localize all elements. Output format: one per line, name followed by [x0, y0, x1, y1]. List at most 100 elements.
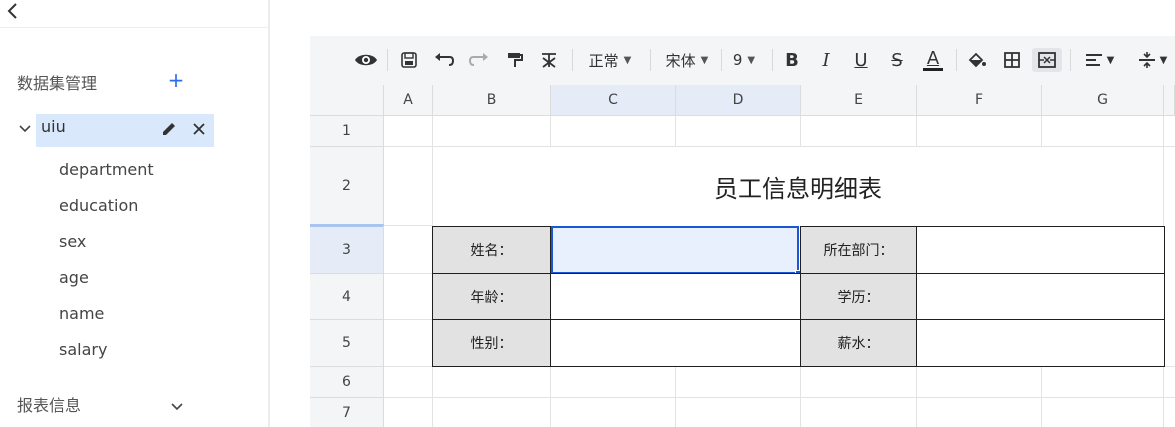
- gridline: [675, 116, 676, 147]
- salary-label-cell[interactable]: 薪水：: [800, 319, 917, 367]
- name-label-cell[interactable]: 姓名：: [432, 226, 551, 274]
- sidebar: 数据集管理 + uiu department education sex age…: [0, 0, 268, 427]
- bold-button[interactable]: B: [781, 48, 803, 72]
- chevron-left-icon: [7, 3, 17, 19]
- education-label-cell[interactable]: 学历：: [800, 273, 917, 320]
- font-size-select[interactable]: 9 ▼: [728, 48, 760, 72]
- field-item[interactable]: department: [59, 155, 154, 191]
- toolbar-separator: [956, 49, 957, 71]
- column-header[interactable]: B: [433, 85, 551, 116]
- vertical-align-button[interactable]: ▼: [1132, 48, 1172, 72]
- sex-label-cell[interactable]: 性别：: [432, 319, 551, 367]
- sex-value-cell[interactable]: [550, 319, 801, 367]
- font-size-value: 9: [732, 51, 743, 69]
- report-info-title[interactable]: 报表信息: [17, 392, 81, 416]
- toolbar-separator: [650, 49, 651, 71]
- align-left-icon: [1085, 54, 1102, 66]
- row-header[interactable]: 6: [310, 367, 384, 398]
- fill-color-button[interactable]: [965, 48, 989, 72]
- sidebar-divider: [268, 0, 270, 427]
- row-header[interactable]: 2: [310, 147, 384, 226]
- font-family-value: 宋体: [665, 51, 696, 70]
- row-header[interactable]: 4: [310, 274, 384, 320]
- department-label-cell[interactable]: 所在部门：: [800, 226, 917, 274]
- toolbar-separator: [572, 49, 573, 71]
- toolbar-separator: [721, 49, 722, 71]
- merge-cells-icon: [1038, 52, 1056, 68]
- caret-down-icon: ▼: [623, 54, 632, 66]
- close-icon: [193, 123, 205, 135]
- column-header[interactable]: E: [801, 85, 917, 116]
- toolbar: 正常 ▼ 宋体 ▼ 9 ▼ B I U S A ▼ ▼: [310, 36, 1175, 85]
- merge-cells-button[interactable]: [1032, 48, 1062, 72]
- toolbar-separator: [387, 49, 388, 71]
- undo-button[interactable]: [432, 48, 456, 72]
- field-item[interactable]: sex: [59, 227, 154, 263]
- horizontal-align-button[interactable]: ▼: [1079, 48, 1119, 72]
- gridline: [384, 319, 432, 320]
- select-all-corner[interactable]: [310, 85, 384, 116]
- pencil-icon: [163, 123, 175, 135]
- font-family-select[interactable]: 宋体 ▼: [659, 48, 715, 72]
- style-select[interactable]: 正常 ▼: [582, 48, 638, 72]
- report-title-cell[interactable]: 员工信息明细表: [433, 147, 1163, 225]
- preview-button[interactable]: [352, 48, 380, 72]
- caret-down-icon: ▼: [747, 54, 756, 66]
- vertical-align-icon: [1138, 52, 1155, 68]
- age-value-cell[interactable]: [550, 273, 801, 320]
- eye-icon: [355, 54, 377, 66]
- save-button[interactable]: [398, 48, 420, 72]
- add-dataset-button[interactable]: +: [166, 69, 186, 91]
- redo-icon: [468, 53, 488, 66]
- row-header[interactable]: 1: [310, 116, 384, 147]
- caret-down-icon: ▼: [700, 54, 709, 66]
- age-label-cell[interactable]: 年龄：: [432, 273, 551, 320]
- row-header[interactable]: 5: [310, 320, 384, 367]
- column-header[interactable]: F: [917, 85, 1042, 116]
- undo-icon: [435, 53, 455, 66]
- dataset-management-title: 数据集管理: [17, 74, 98, 93]
- gridline: [916, 116, 917, 147]
- spreadsheet: 正常 ▼ 宋体 ▼ 9 ▼ B I U S A ▼ ▼ A B C D E F …: [310, 36, 1175, 427]
- gridline: [384, 273, 432, 274]
- clear-format-button[interactable]: [538, 48, 560, 72]
- redo-button[interactable]: [467, 48, 491, 72]
- chevron-down-icon[interactable]: [19, 121, 33, 137]
- field-item[interactable]: salary: [59, 335, 154, 371]
- paint-bucket-icon: [968, 52, 986, 68]
- education-value-cell[interactable]: [916, 273, 1165, 320]
- underline-button[interactable]: U: [850, 48, 872, 72]
- column-header[interactable]: A: [384, 85, 433, 116]
- strikethrough-button[interactable]: S: [886, 48, 908, 72]
- gridline: [1041, 116, 1042, 147]
- name-value-cell[interactable]: [551, 226, 799, 274]
- toolbar-separator: [1070, 49, 1071, 71]
- edit-dataset-button[interactable]: [160, 120, 180, 140]
- delete-dataset-button[interactable]: [190, 120, 210, 140]
- clear-format-icon: [542, 53, 556, 68]
- italic-button[interactable]: I: [815, 48, 837, 72]
- column-header[interactable]: C: [551, 85, 676, 116]
- salary-value-cell[interactable]: [916, 319, 1165, 367]
- row-header[interactable]: 7: [310, 398, 384, 427]
- field-item[interactable]: education: [59, 191, 154, 227]
- gridline: [384, 225, 432, 226]
- chevron-down-icon[interactable]: [170, 397, 186, 411]
- field-item[interactable]: name: [59, 299, 154, 335]
- back-button[interactable]: [2, 0, 22, 22]
- border-button[interactable]: [1000, 48, 1024, 72]
- font-color-button[interactable]: A: [921, 48, 945, 72]
- header-divider: [0, 27, 268, 28]
- caret-down-icon: ▼: [1106, 54, 1115, 66]
- format-painter-button[interactable]: [504, 48, 526, 72]
- column-header[interactable]: G: [1042, 85, 1164, 116]
- font-color-letter: A: [926, 47, 940, 69]
- font-color-swatch: [923, 67, 943, 71]
- gridline: [800, 116, 801, 147]
- column-header[interactable]: D: [676, 85, 801, 116]
- caret-down-icon: ▼: [1159, 54, 1168, 66]
- row-header[interactable]: 3: [310, 224, 384, 274]
- column-header-overflow: [1164, 85, 1175, 116]
- field-item[interactable]: age: [59, 263, 154, 299]
- department-value-cell[interactable]: [916, 226, 1165, 274]
